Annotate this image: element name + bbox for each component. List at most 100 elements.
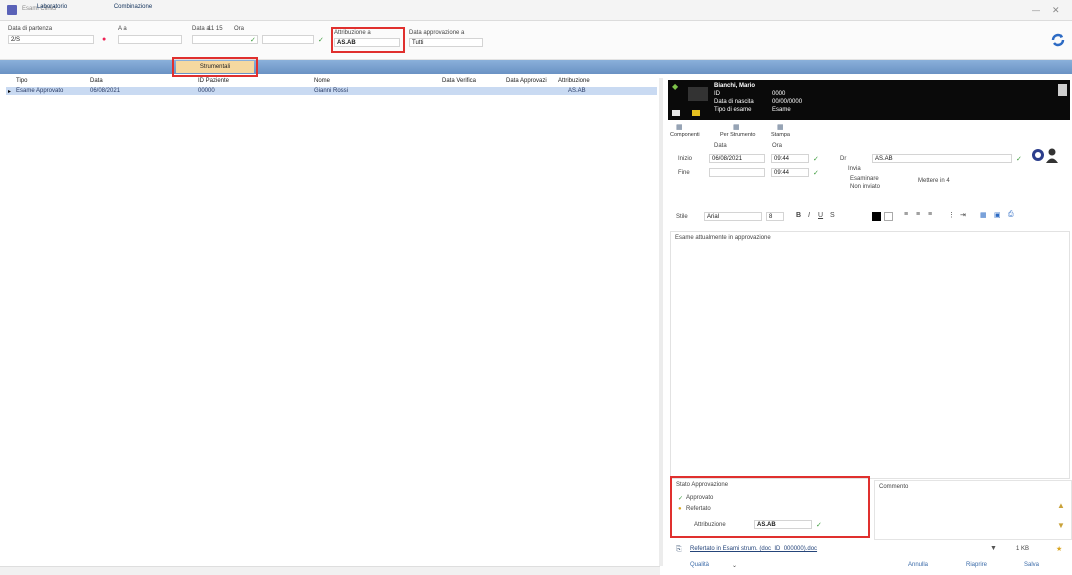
tab-bar: [0, 60, 1072, 74]
time-field[interactable]: [262, 35, 314, 44]
scroll-button[interactable]: [1058, 84, 1067, 96]
approval-title: Stato Approvazione: [676, 482, 729, 488]
to-label: A a: [118, 26, 127, 32]
start-date-field[interactable]: 06/08/2021: [709, 154, 765, 163]
bg-color-icon[interactable]: [884, 212, 893, 221]
end-label: Fine: [678, 170, 690, 176]
tab-combinazione[interactable]: Combinazione: [100, 1, 166, 13]
refresh-icon[interactable]: [1050, 32, 1066, 48]
quality-dropdown[interactable]: Qualità: [690, 562, 709, 568]
attr-label: Attribuzione: [694, 522, 726, 528]
date-field[interactable]: [192, 35, 258, 44]
attribution-value: AS.AB: [337, 40, 356, 46]
star-icon[interactable]: ★: [1056, 545, 1062, 553]
approval-value: Tutti: [412, 40, 424, 46]
italic-icon[interactable]: I: [808, 212, 810, 219]
check-icon: ✓: [250, 37, 256, 44]
date-col-label: Data: [714, 143, 727, 149]
report-editor[interactable]: Esame attualmente in approvazione: [670, 231, 1070, 479]
check-icon: ✓: [813, 156, 819, 163]
chevron-down-icon[interactable]: ⌄: [732, 562, 737, 569]
cell-attribution: AS.AB: [568, 88, 586, 94]
document-link[interactable]: Refertato in Esami strum. (doc_ID_000000…: [690, 546, 817, 552]
font-select[interactable]: Arial: [704, 212, 762, 221]
scroll-down-icon[interactable]: ▼: [1057, 521, 1065, 530]
option-esaminare[interactable]: Esaminare: [850, 176, 879, 182]
users-icon[interactable]: [1030, 147, 1066, 163]
row-pointer-icon: ▸: [8, 89, 12, 95]
approval-field[interactable]: Tutti: [409, 38, 483, 47]
attr-value: AS.AB: [757, 522, 776, 528]
time-col-label: Ora: [772, 143, 783, 149]
patient-exam-value: Esame: [772, 107, 791, 113]
cell-type: Esame Approvato: [16, 88, 64, 94]
tab-highlight: [172, 57, 258, 77]
align-right-icon[interactable]: ≡: [928, 211, 932, 218]
flag-icon: [692, 110, 700, 116]
reopen-button[interactable]: Riaprire: [966, 562, 987, 568]
to-field[interactable]: [118, 35, 182, 44]
scroll-up-icon[interactable]: ▲: [1057, 501, 1065, 510]
patient-id-label: ID: [714, 91, 720, 97]
style-label: Stile: [676, 214, 688, 220]
patient-photo: [688, 87, 708, 101]
col-header[interactable]: Data Verifica: [442, 78, 476, 84]
minimize-icon[interactable]: —: [1032, 6, 1040, 15]
approval-label: Data approvazione a: [409, 30, 465, 36]
doctor-field[interactable]: AS.AB: [872, 154, 1012, 163]
col-header[interactable]: Nome: [314, 78, 330, 84]
document-size: 1 KB: [1016, 546, 1030, 552]
col-header[interactable]: Data Approvazi: [506, 78, 547, 84]
components-button[interactable]: Componenti: [670, 132, 700, 138]
size-value: 8: [769, 214, 773, 220]
save-button[interactable]: Salva: [1024, 562, 1039, 568]
end-time-field[interactable]: 09:44: [771, 168, 809, 177]
bold-icon[interactable]: B: [796, 212, 801, 219]
indent-icon[interactable]: ⇥: [960, 211, 966, 219]
col-header[interactable]: Attribuzione: [558, 78, 590, 84]
patient-name: Bianchi, Mario: [714, 83, 756, 89]
text-color-icon[interactable]: [872, 212, 881, 221]
check-icon: ✓: [1016, 156, 1022, 163]
start-time-field[interactable]: 09:44: [771, 154, 809, 163]
splitter[interactable]: [659, 78, 663, 566]
check-icon: ✓: [816, 522, 822, 529]
print-doc-icon[interactable]: ⎙: [1008, 211, 1014, 219]
list-icon[interactable]: ⋮: [948, 211, 955, 219]
col-header[interactable]: Data: [90, 78, 103, 84]
approved-option[interactable]: Approvato: [686, 495, 713, 501]
clear-icon[interactable]: ●: [102, 36, 106, 43]
print-button[interactable]: Stampa: [771, 132, 790, 138]
patient-dob-label: Data di nascita: [714, 99, 754, 105]
from-value: 2/S: [11, 37, 21, 43]
approved-icon: ✓: [678, 496, 684, 502]
align-left-icon[interactable]: ≡: [904, 211, 908, 218]
reported-option[interactable]: Refertato: [686, 506, 711, 512]
table-icon[interactable]: ▦: [980, 211, 987, 219]
tab-laboratorio[interactable]: Laboratorio: [26, 1, 78, 13]
close-icon[interactable]: ✕: [1052, 5, 1060, 16]
comment-label: Commento: [879, 484, 909, 490]
col-header[interactable]: ID Paziente: [198, 78, 229, 84]
attribution-field[interactable]: AS.AB: [334, 38, 400, 47]
option-mettere[interactable]: Mettere in 4: [918, 178, 950, 184]
align-center-icon[interactable]: ≡: [916, 211, 920, 218]
from-field[interactable]: 2/S: [8, 35, 94, 44]
cancel-button[interactable]: Annulla: [908, 562, 928, 568]
size-select[interactable]: 8: [766, 212, 784, 221]
image-icon[interactable]: ▣: [994, 211, 1001, 219]
option-non-inviato[interactable]: Non inviato: [850, 184, 880, 190]
attr-field[interactable]: AS.AB: [754, 520, 812, 529]
patient-card: ◆ Bianchi, Mario ID 0000 Data di nascita…: [668, 80, 1070, 120]
results-grid: Tipo Data ID Paziente Nome Data Verifica…: [6, 78, 657, 566]
download-icon[interactable]: ▼: [990, 545, 997, 552]
end-date-field[interactable]: [709, 168, 765, 177]
patient-dob-value: 00/00/0000: [772, 99, 803, 105]
underline-icon[interactable]: U: [818, 212, 823, 219]
strike-icon[interactable]: S: [830, 212, 835, 219]
from-label: Data di partenza: [8, 26, 53, 32]
instrument-button[interactable]: Per Strumento: [720, 132, 755, 138]
comment-box[interactable]: Commento ▲ ▼: [874, 480, 1072, 540]
col-header[interactable]: Tipo: [16, 78, 27, 84]
app-icon: [7, 5, 17, 15]
